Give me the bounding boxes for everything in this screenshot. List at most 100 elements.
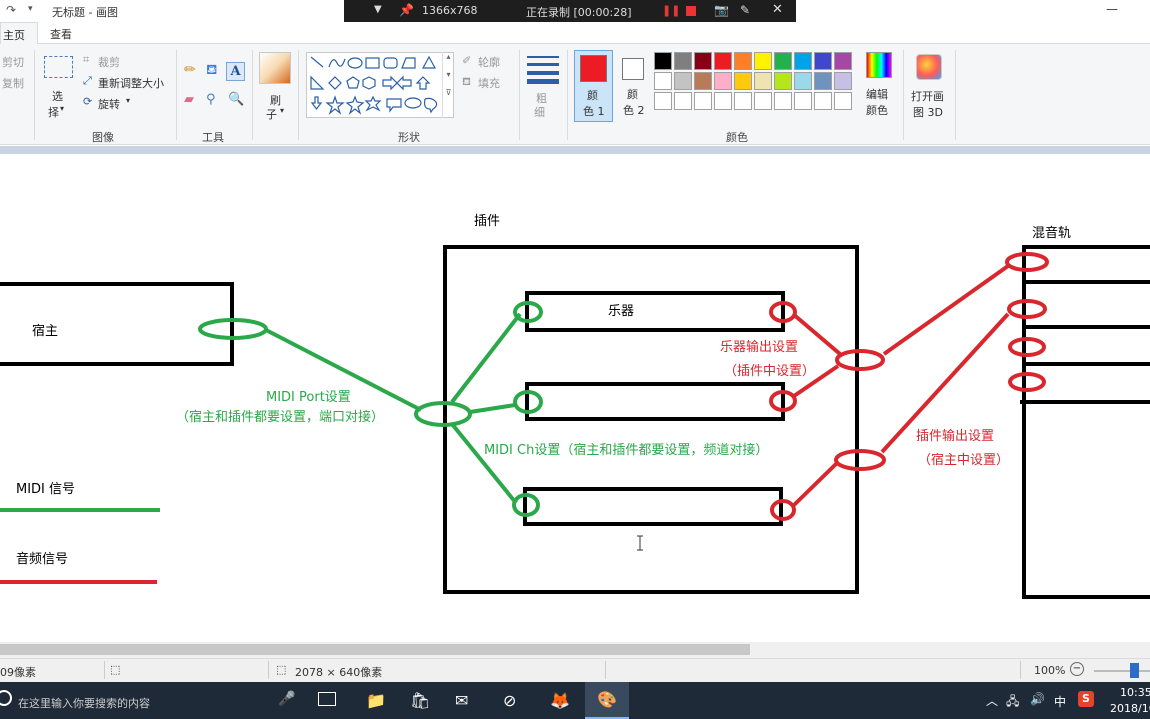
zoom-slider-thumb[interactable]	[1130, 663, 1139, 678]
microphone-icon[interactable]: 🎤	[278, 691, 295, 707]
color1-button[interactable]: 颜 色 1	[574, 50, 613, 122]
palette-swatch[interactable]	[774, 52, 792, 70]
palette-swatch[interactable]	[674, 72, 692, 90]
size-icon[interactable]	[527, 54, 559, 84]
shapes-gallery-icons[interactable]	[307, 53, 455, 119]
firefox-icon[interactable]: 🦊	[550, 691, 570, 710]
palette-swatch[interactable]	[654, 92, 672, 110]
rotate-icon[interactable]: ⟳	[83, 95, 92, 108]
shapes-gallery[interactable]	[306, 52, 454, 118]
palette-swatch[interactable]	[734, 72, 752, 90]
crop-button[interactable]: 裁剪	[98, 54, 120, 70]
resize-icon[interactable]: ⤢	[83, 74, 92, 88]
fill-button[interactable]: 填充	[478, 75, 500, 91]
horizontal-scrollbar[interactable]	[0, 642, 1150, 658]
shapes-scroll[interactable]: ▴ ▾ ⊽	[442, 52, 454, 118]
zoom-slider[interactable]	[1094, 670, 1150, 672]
search-icon[interactable]	[0, 690, 12, 706]
palette-swatch[interactable]	[794, 92, 812, 110]
palette-swatch[interactable]	[714, 52, 732, 70]
palette-swatch[interactable]	[714, 72, 732, 90]
camera-icon[interactable]: 📷	[714, 3, 729, 17]
palette-swatch[interactable]	[674, 52, 692, 70]
pencil-icon[interactable]: ✏	[184, 62, 196, 78]
palette-swatch[interactable]	[694, 72, 712, 90]
color2-button[interactable]: 颜 色 2	[614, 50, 653, 122]
pin-icon[interactable]: 📌	[399, 3, 414, 17]
zoom-out-button[interactable]: −	[1070, 662, 1084, 676]
fill-bucket-icon[interactable]: ⛾	[462, 75, 471, 90]
color-picker-icon[interactable]: ⚲	[206, 92, 216, 107]
palette-swatch[interactable]	[734, 52, 752, 70]
palette-swatch[interactable]	[814, 52, 832, 70]
media-icon[interactable]: ⊘	[503, 691, 516, 710]
redo-icon[interactable]: ↷	[6, 3, 16, 17]
sogou-icon[interactable]: S	[1078, 691, 1094, 707]
palette-swatch[interactable]	[774, 72, 792, 90]
brush-label-2[interactable]: 子	[266, 106, 277, 122]
palette-swatch[interactable]	[754, 72, 772, 90]
palette-swatch[interactable]	[654, 72, 672, 90]
pause-icon[interactable]: ❚❚	[662, 4, 680, 17]
tab-view[interactable]: 查看	[50, 26, 72, 42]
palette-swatch[interactable]	[694, 92, 712, 110]
edit-colors-icon[interactable]	[866, 52, 892, 78]
resize-button[interactable]: 重新调整大小	[98, 75, 164, 91]
paint3d-label-1[interactable]: 打开画	[911, 88, 944, 104]
palette-swatch[interactable]	[774, 92, 792, 110]
pen-icon[interactable]: ✎	[740, 3, 750, 17]
select-icon[interactable]	[44, 56, 73, 78]
tray-chevron-icon[interactable]: ︿	[986, 692, 998, 709]
cut-button[interactable]: 剪切	[2, 54, 24, 70]
close-recorder-icon[interactable]: ✕	[772, 2, 783, 17]
brush-dropdown-icon[interactable]: ▾	[280, 106, 284, 115]
store-icon[interactable]: 🛍	[410, 691, 430, 710]
select-dropdown-icon[interactable]: ▾	[60, 104, 64, 113]
brush-icon[interactable]	[259, 52, 291, 84]
palette-swatch[interactable]	[654, 52, 672, 70]
drawing-canvas[interactable]: 宿主 插件 混音轨 乐器 MIDI Port设置 （宿主和插件都要设置，端口对接…	[0, 154, 1150, 642]
palette-swatch[interactable]	[734, 92, 752, 110]
size-label-2[interactable]: 细	[534, 104, 545, 120]
palette-swatch[interactable]	[694, 52, 712, 70]
outline-button[interactable]: 轮廓	[478, 54, 500, 70]
scrollbar-thumb[interactable]	[0, 644, 750, 655]
palette-swatch[interactable]	[754, 52, 772, 70]
paint-taskbar-button[interactable]: 🎨	[585, 682, 629, 719]
outline-icon[interactable]: ✐	[462, 54, 471, 67]
diagram[interactable]: 宿主 插件 混音轨 乐器 MIDI Port设置 （宿主和插件都要设置，端口对接…	[0, 154, 1150, 642]
eraser-icon[interactable]: ▰	[184, 92, 194, 107]
network-icon[interactable]: 🖧	[1006, 692, 1019, 713]
copy-button[interactable]: 复制	[2, 75, 24, 91]
palette-swatch[interactable]	[794, 72, 812, 90]
palette-swatch[interactable]	[714, 92, 732, 110]
quick-access-dropdown-icon[interactable]: ▾	[28, 4, 33, 14]
minimize-button[interactable]: —	[1106, 2, 1118, 16]
taskbar-search-input[interactable]: 在这里输入你要搜索的内容	[18, 695, 150, 711]
palette-swatch[interactable]	[754, 92, 772, 110]
palette-swatch[interactable]	[674, 92, 692, 110]
paint3d-icon[interactable]	[916, 54, 942, 80]
palette-swatch[interactable]	[834, 92, 852, 110]
task-view-icon[interactable]	[318, 692, 336, 706]
fill-icon[interactable]: ⛾	[206, 62, 217, 80]
ime-indicator[interactable]: 中	[1054, 693, 1066, 710]
volume-icon[interactable]: 🔊	[1030, 692, 1045, 706]
palette-swatch[interactable]	[814, 72, 832, 90]
palette-swatch[interactable]	[814, 92, 832, 110]
magnifier-icon[interactable]: 🔍	[228, 92, 244, 107]
edit-colors-label-1[interactable]: 编辑	[866, 86, 888, 102]
stop-icon[interactable]	[686, 6, 696, 16]
crop-icon[interactable]: ⌗	[83, 53, 89, 67]
text-tool-icon[interactable]: A	[226, 62, 245, 81]
tab-home[interactable]: 主页	[0, 22, 38, 44]
palette-swatch[interactable]	[794, 52, 812, 70]
palette-swatch[interactable]	[834, 52, 852, 70]
rotate-dropdown-icon[interactable]: ▾	[126, 96, 130, 105]
select-label-2[interactable]: 择	[48, 104, 59, 120]
file-explorer-icon[interactable]: 📁	[366, 691, 386, 710]
rotate-button[interactable]: 旋转	[98, 96, 120, 112]
palette-swatch[interactable]	[834, 72, 852, 90]
mail-icon[interactable]: ✉	[455, 691, 468, 710]
recorder-dropdown-icon[interactable]: ▼	[374, 4, 382, 15]
